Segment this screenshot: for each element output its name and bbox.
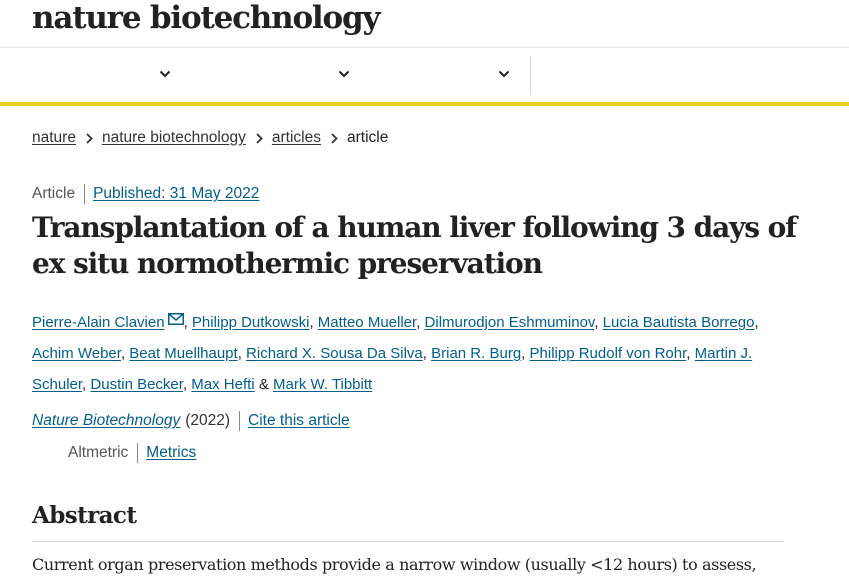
chevron-down-icon [338,70,350,78]
citation-line: Nature Biotechnology (2022) Cite this ar… [32,411,350,431]
chevron-right-icon [331,132,338,144]
abstract-text: Current organ preservation methods provi… [32,555,757,574]
author-link[interactable]: Dustin Becker [90,376,183,393]
meta-divider [239,411,241,431]
author-separator: , [120,345,126,362]
metrics-line: Altmetric Metrics [68,443,196,463]
chevron-right-icon [86,132,93,144]
author-separator: , [754,314,759,331]
author-separator: , [594,314,599,331]
main-nav [0,48,849,102]
abstract-divider [32,541,784,542]
meta-divider [84,184,86,204]
article-title: Transplantation of a human liver followi… [32,211,797,280]
altmetric-label: Altmetric [68,444,129,461]
author-separator-last: & [258,376,269,393]
cite-article-link[interactable]: Cite this article [248,412,350,430]
author-link[interactable]: Brian R. Burg [431,345,521,362]
author-link[interactable]: Pierre-Alain Clavien [32,314,165,331]
author-separator: , [521,345,526,362]
author-separator: , [686,345,691,362]
chevron-down-icon [498,70,510,78]
site-logo[interactable]: nature biotechnology [32,0,380,36]
author-link[interactable]: Matteo Mueller [318,314,416,331]
abstract-heading: Abstract [32,502,137,529]
breadcrumb-item-nature[interactable]: nature [32,129,76,147]
author-separator: , [183,314,188,331]
author-separator: , [182,376,188,393]
author-link[interactable]: Mark W. Tibbitt [273,376,372,393]
breadcrumb: nature nature biotechnology articles art… [32,128,388,148]
author-link[interactable]: Lucia Bautista Borrego [603,314,755,331]
author-link[interactable]: Beat Muellhaupt [129,345,237,362]
metrics-link[interactable]: Metrics [146,444,196,462]
author-link[interactable]: Achim Weber [32,345,121,362]
breadcrumb-item-nature-biotechnology[interactable]: nature biotechnology [102,129,246,147]
accent-bar [0,102,849,106]
author-link[interactable]: Richard X. Sousa Da Silva [246,345,423,362]
meta-divider [137,443,139,463]
nav-dropdown-2[interactable] [335,65,353,83]
author-separator: , [309,314,314,331]
author-list: Pierre-Alain Clavien, Philipp Dutkowski,… [32,305,792,400]
journal-link[interactable]: Nature Biotechnology [32,412,180,430]
author-link[interactable]: Dilmurodjon Eshmuminov [425,314,595,331]
author-separator: , [82,376,87,393]
author-separator: , [422,345,427,362]
author-separator: , [416,314,421,331]
mail-icon[interactable] [167,305,184,336]
published-date-link[interactable]: Published: 31 May 2022 [93,185,259,203]
author-separator: , [237,345,242,362]
nav-dropdown-3[interactable] [495,65,513,83]
author-link[interactable]: Philipp Dutkowski [192,314,310,331]
chevron-right-icon [256,132,263,144]
author-link[interactable]: Max Hefti [191,376,254,393]
nav-dropdown-1[interactable] [156,65,174,83]
chevron-down-icon [159,70,171,78]
publication-year: (2022) [185,412,231,429]
author-link[interactable]: Philipp Rudolf von Rohr [530,345,687,362]
breadcrumb-item-current: article [346,129,389,146]
article-info: Article Published: 31 May 2022 [32,184,259,204]
article-type: Article [32,185,76,202]
breadcrumb-item-articles[interactable]: articles [272,129,321,147]
nav-divider [530,56,531,94]
